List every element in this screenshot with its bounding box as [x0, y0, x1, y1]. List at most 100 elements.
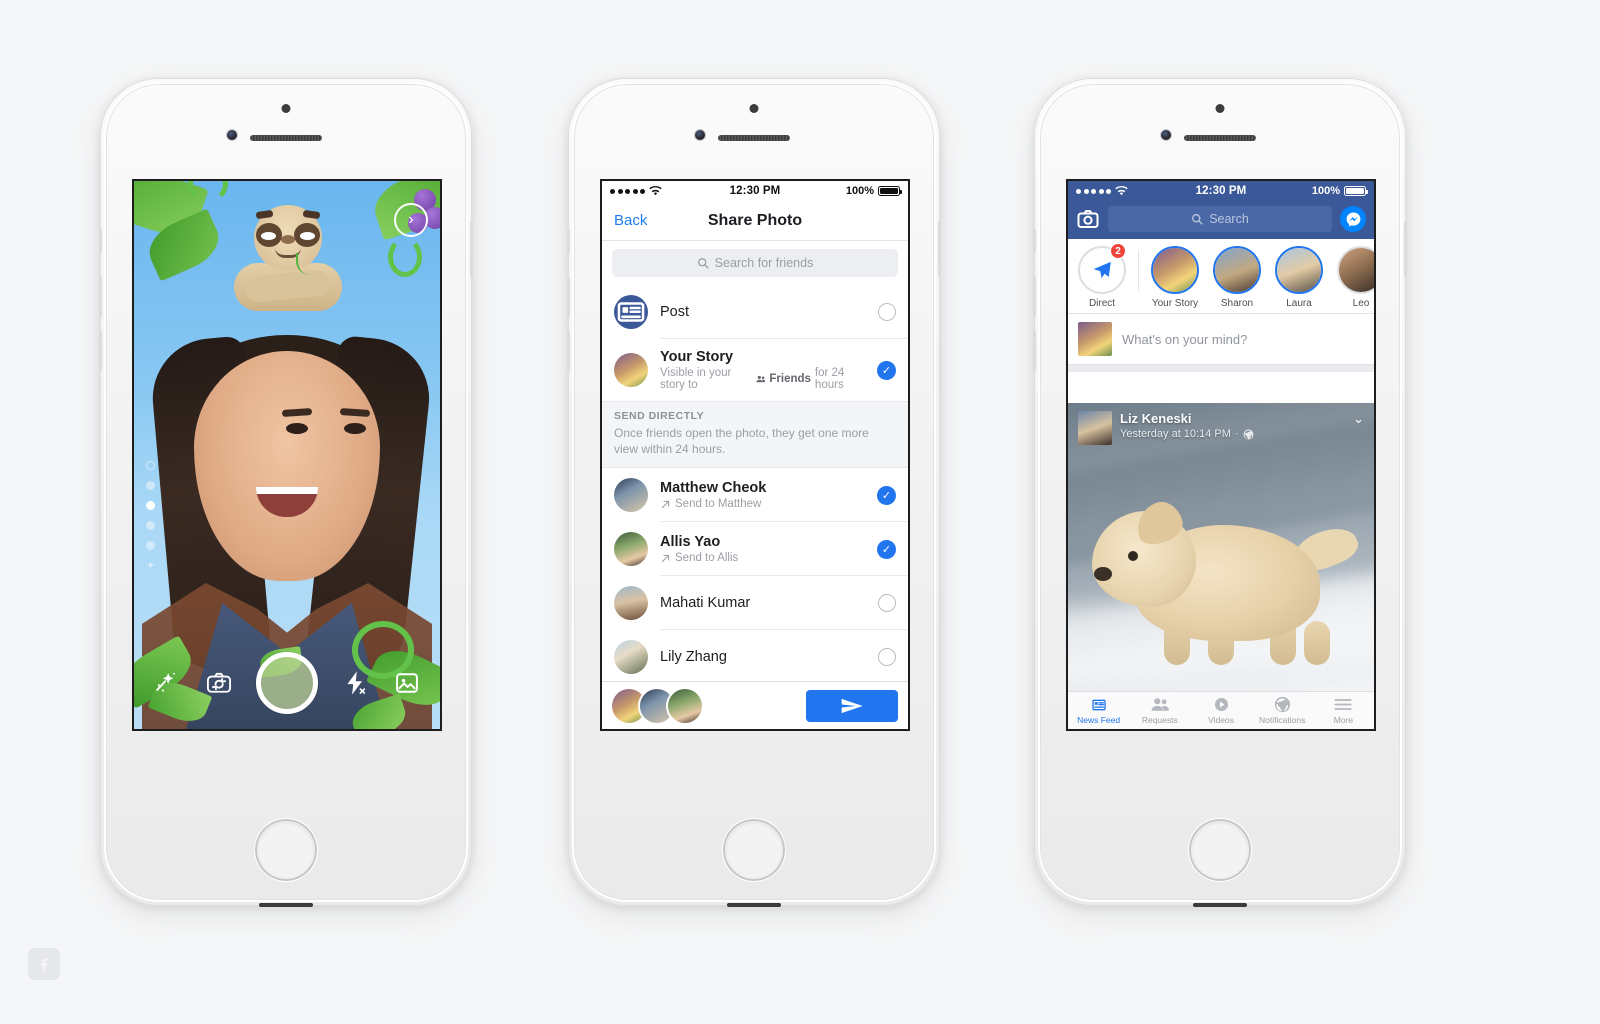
friend-row[interactable]: Allis Yao Send to Allis ✓: [602, 522, 908, 577]
lightning-port: [1193, 903, 1247, 907]
composer-placeholder: What's on your mind?: [1122, 331, 1248, 347]
tab-label: More: [1333, 715, 1354, 725]
proximity-sensor: [749, 104, 759, 113]
flash-off-icon[interactable]: [340, 668, 370, 698]
battery-icon: [878, 186, 902, 196]
home-button[interactable]: [257, 821, 315, 879]
story-item[interactable]: Sharon: [1211, 246, 1263, 309]
avatar[interactable]: [1078, 411, 1112, 445]
sparkle-icon: ✦: [146, 560, 156, 572]
avatar: [614, 532, 648, 567]
section-description: Once friends open the photo, they get on…: [614, 426, 869, 457]
effects-carousel-indicator[interactable]: ✦: [146, 461, 155, 572]
messenger-icon[interactable]: [1340, 206, 1366, 232]
camera-toolbar: [134, 652, 440, 714]
share-row-post[interactable]: Post: [602, 285, 908, 339]
carousel-dot[interactable]: [146, 481, 156, 490]
earpiece-speaker: [1184, 135, 1256, 141]
friends-icon: [755, 375, 766, 383]
share-row-your-story[interactable]: Your Story Visible in your story to Frie…: [602, 339, 908, 401]
direct-badge-count: 2: [1110, 243, 1126, 259]
send-icon: [841, 698, 863, 713]
search-placeholder: Search: [1209, 212, 1249, 226]
camera-flip-icon[interactable]: [204, 668, 234, 698]
stories-tray[interactable]: 2 Direct Your Story Sharon Laura Leo: [1068, 239, 1374, 314]
home-button[interactable]: [725, 821, 783, 879]
feed-post: Liz Keneski Yesterday at 10:14 PM · ⌄: [1068, 403, 1374, 691]
story-item[interactable]: Leo: [1335, 246, 1374, 309]
friend-checkbox-off[interactable]: [878, 648, 896, 667]
carousel-dot[interactable]: [146, 461, 156, 470]
friend-name: Lily Zhang: [660, 649, 727, 666]
friend-checkbox-on[interactable]: ✓: [877, 485, 896, 505]
story-direct[interactable]: 2 Direct: [1076, 243, 1128, 309]
subtitle-suffix: for 24 hours: [814, 367, 845, 391]
share-row-checkbox-off[interactable]: [878, 303, 896, 321]
direct-send-icon: [1093, 261, 1111, 278]
avatar: [614, 353, 648, 387]
feed-divider: [1068, 365, 1374, 372]
tab-notifications[interactable]: Notifications: [1252, 696, 1313, 725]
next-effect-button[interactable]: ›: [394, 203, 428, 237]
send-arrow-icon: [661, 500, 670, 508]
friend-subtitle: Send to Allis: [660, 552, 865, 564]
search-input[interactable]: Search: [1108, 206, 1332, 232]
lightning-port: [259, 903, 313, 907]
tab-videos[interactable]: Videos: [1190, 696, 1251, 725]
friend-row[interactable]: Mahati Kumar: [602, 576, 908, 631]
send-directly-section: SEND DIRECTLY Once friends open the phot…: [602, 401, 908, 469]
status-composer[interactable]: What's on your mind?: [1068, 314, 1374, 365]
phone-news-feed: 12:30 PM 100% Search 2 Direct Your Story…: [1033, 78, 1407, 907]
share-photo-navbar: Back Share Photo: [602, 201, 908, 241]
hamburger-icon: [1313, 696, 1374, 713]
front-camera: [227, 130, 237, 140]
tab-news-feed[interactable]: News Feed: [1068, 696, 1129, 725]
home-button[interactable]: [1191, 821, 1249, 879]
status-bar: 12:30 PM 100%: [1068, 181, 1374, 201]
post-author[interactable]: Liz Keneski: [1120, 411, 1254, 426]
sloth-ar-mask: [212, 199, 362, 349]
story-label: Sharon: [1220, 298, 1254, 309]
tab-requests[interactable]: Requests: [1129, 696, 1190, 725]
post-meta-separator: ·: [1234, 428, 1239, 440]
camera-icon[interactable]: [1076, 207, 1100, 231]
tab-more[interactable]: More: [1313, 696, 1374, 725]
share-row-checkbox-on[interactable]: ✓: [877, 360, 896, 380]
story-label: Laura: [1286, 298, 1312, 309]
send-button[interactable]: [806, 689, 898, 722]
friend-subtitle: Send to Matthew: [660, 498, 865, 510]
magic-wand-icon[interactable]: [152, 668, 182, 698]
news-feed-screen: 12:30 PM 100% Search 2 Direct Your Story…: [1066, 179, 1376, 731]
shutter-button[interactable]: [256, 652, 318, 714]
gallery-icon[interactable]: [392, 668, 422, 698]
story-your-story[interactable]: Your Story: [1149, 246, 1201, 309]
carousel-dot-active[interactable]: [146, 501, 156, 510]
carousel-dot[interactable]: [146, 521, 156, 530]
friend-checkbox-off[interactable]: [878, 594, 896, 613]
vine-decoration: [388, 237, 422, 277]
story-item[interactable]: Laura: [1273, 246, 1325, 309]
carousel-dot[interactable]: [146, 541, 156, 550]
friend-row[interactable]: Lily Zhang: [602, 630, 908, 685]
avatar: [614, 586, 648, 621]
friend-name: Matthew Cheok: [660, 480, 767, 497]
friend-checkbox-on[interactable]: ✓: [877, 539, 896, 559]
friend-name: Allis Yao: [660, 534, 721, 551]
post-header: Liz Keneski Yesterday at 10:14 PM · ⌄: [1068, 403, 1374, 453]
tab-label: Requests: [1141, 715, 1178, 725]
share-row-label: Your Story: [660, 349, 734, 365]
dog-subject: [1092, 455, 1363, 665]
friend-row[interactable]: Matthew Cheok Send to Matthew ✓: [602, 468, 908, 523]
screenshot-stage: › ✦ 12:30 PM 100% Back Share Photo Searc…: [0, 0, 1600, 1024]
friend-subtitle-text: Send to Matthew: [675, 498, 762, 511]
tab-label: News Feed: [1077, 715, 1121, 725]
front-camera: [1161, 130, 1171, 140]
post-icon: [614, 295, 648, 329]
chevron-down-icon[interactable]: ⌄: [1353, 411, 1364, 427]
lightning-port: [727, 903, 781, 907]
share-row-label: Post: [660, 304, 690, 320]
search-friends-input[interactable]: Search for friends: [612, 249, 898, 277]
phone-share-photo: 12:30 PM 100% Back Share Photo Search fo…: [567, 78, 941, 907]
avatar: [1078, 322, 1112, 356]
status-time: 12:30 PM: [1195, 185, 1247, 197]
